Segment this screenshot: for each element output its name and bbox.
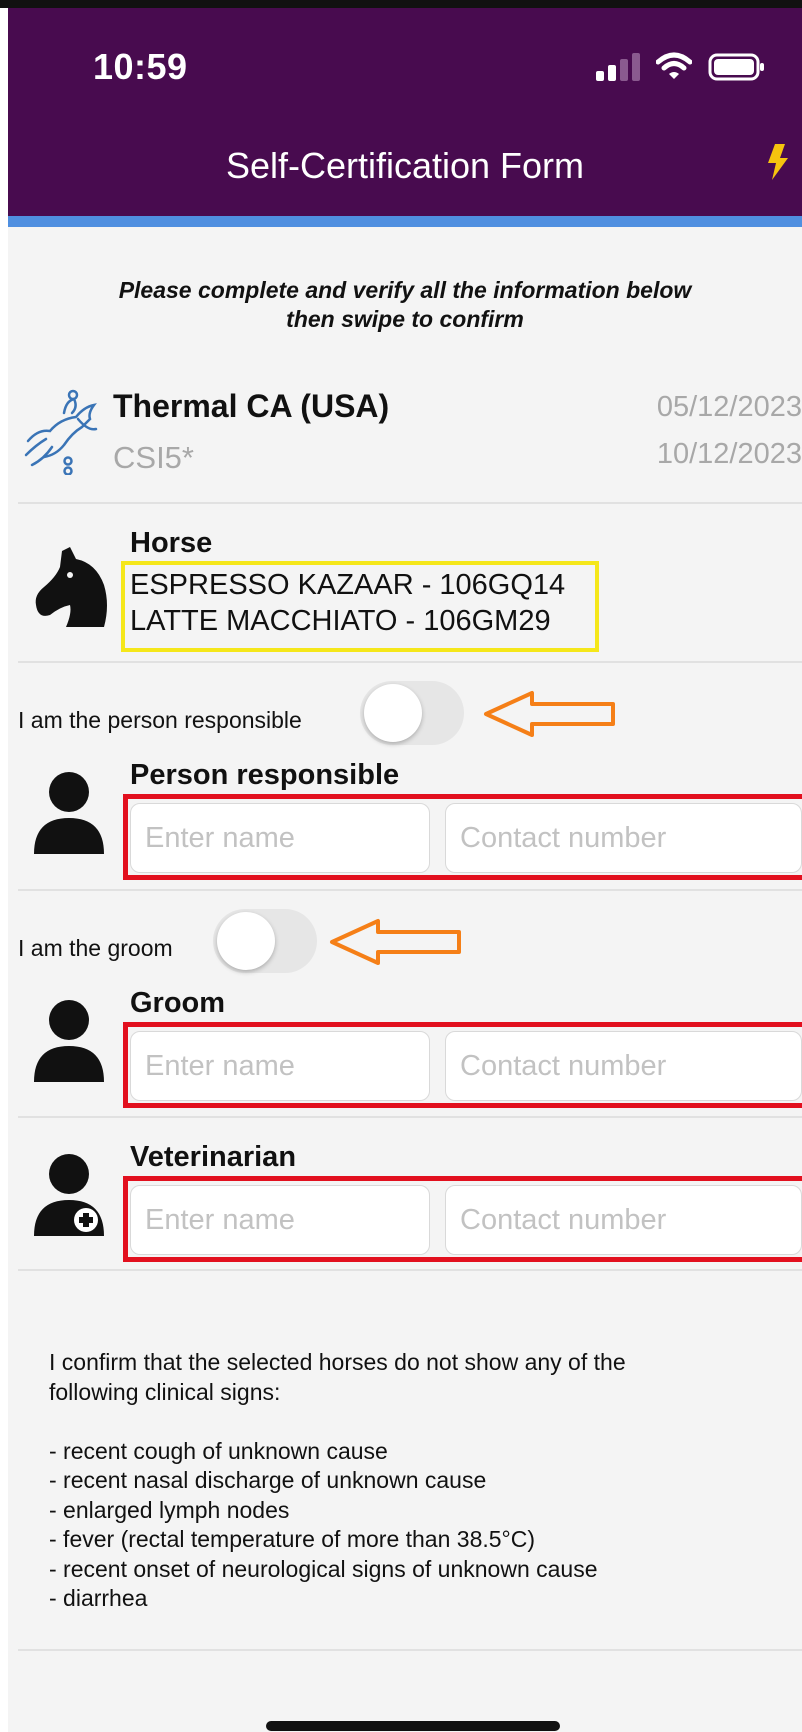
show-jumping-icon [24,389,98,475]
instructions: Please complete and verify all the infor… [8,276,802,334]
confirmation-text: I confirm that the selected horses do no… [49,1348,769,1614]
arrow-annotation-icon [330,919,461,965]
section-divider [18,502,802,504]
event-start-date: 05/12/2023 [656,391,802,423]
groom-label: Groom [130,987,226,1019]
cellular-signal-icon [596,53,640,81]
event-name: Thermal CA (USA) [113,388,390,424]
groom-toggle-label: I am the groom [18,935,173,961]
event-level: CSI5* [113,440,194,475]
clinical-sign-item: - diarrhea [49,1585,148,1611]
screen-top-edge [0,0,802,8]
battery-icon [708,53,764,81]
horse-entry: LATTE MACCHIATO - 106GM29 [130,605,551,637]
person-responsible-toggle-label: I am the person responsible [18,707,302,733]
status-time: 10:59 [93,46,188,87]
instructions-line-1: Please complete and verify all the infor… [118,277,692,303]
app-screen: 10:59 Self-Certification Form Please com… [8,8,802,1732]
horse-head-icon [35,547,107,627]
instructions-line-2: then swipe to confirm [286,306,524,332]
lightning-bolt-icon[interactable] [763,142,791,182]
person-responsible-contact-input[interactable] [445,803,802,873]
groom-toggle[interactable] [213,909,317,973]
section-divider [18,1269,802,1271]
clinical-sign-item: - enlarged lymph nodes [49,1496,290,1523]
person-responsible-label: Person responsible [130,759,400,791]
header-accent-bar [8,216,802,227]
section-divider [18,889,802,891]
person-icon [34,1000,104,1082]
groom-name-input[interactable] [130,1031,430,1101]
home-indicator[interactable] [266,1721,560,1731]
horse-entry: ESPRESSO KAZAAR - 106GQ14 [130,569,566,601]
veterinarian-icon [34,1154,104,1236]
person-icon [34,772,104,854]
section-divider [18,1649,802,1651]
veterinarian-contact-input[interactable] [445,1185,802,1255]
wifi-icon [656,52,692,79]
clinical-sign-item: - recent onset of neurological signs of … [49,1555,598,1582]
app-header: 10:59 Self-Certification Form [8,8,802,216]
clinical-sign-item: - fever (rectal temperature of more than… [49,1526,536,1552]
section-divider [18,661,802,663]
toggle-knob [217,912,275,970]
veterinarian-name-input[interactable] [130,1185,430,1255]
person-responsible-toggle[interactable] [360,681,464,745]
arrow-annotation-icon [484,691,615,737]
section-divider [18,1116,802,1118]
clinical-sign-item: - recent cough of unknown cause [49,1437,388,1464]
clinical-sign-item: - recent nasal discharge of unknown caus… [49,1467,487,1493]
groom-contact-input[interactable] [445,1031,802,1101]
confirmation-intro-line-1: I confirm that the selected horses do no… [49,1349,626,1375]
event-end-date: 10/12/2023 [656,438,802,470]
horse-label: Horse [130,527,213,559]
veterinarian-label: Veterinarian [130,1141,297,1173]
toggle-knob [364,684,422,742]
page-title: Self-Certification Form [225,145,585,186]
confirmation-intro-line-2: following clinical signs: [49,1378,281,1405]
person-responsible-name-input[interactable] [130,803,430,873]
